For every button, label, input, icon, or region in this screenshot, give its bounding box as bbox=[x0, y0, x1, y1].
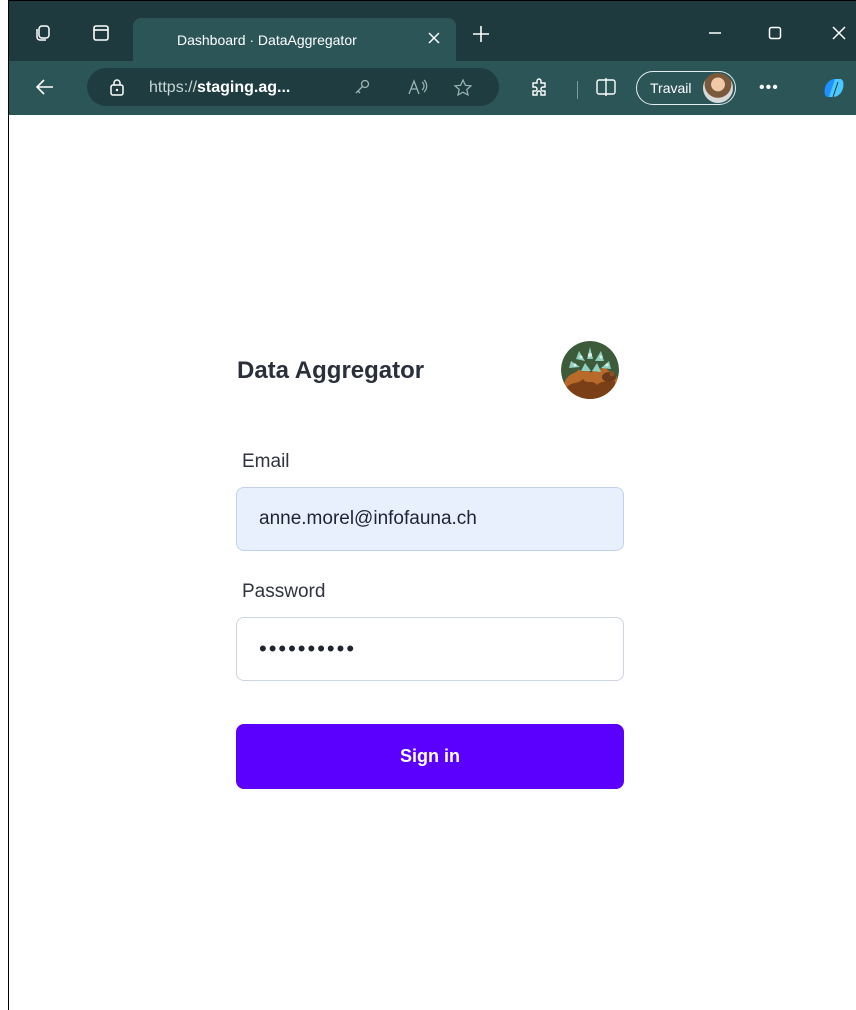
tab-title: Dashboard · DataAggregator bbox=[177, 32, 357, 48]
tab-actions-icon[interactable] bbox=[91, 23, 111, 43]
close-tab-icon[interactable] bbox=[424, 28, 444, 48]
profile-button[interactable]: Travail bbox=[636, 71, 736, 105]
close-window-icon[interactable] bbox=[827, 21, 851, 45]
more-options-icon[interactable]: ••• bbox=[759, 79, 779, 97]
maximize-icon[interactable] bbox=[763, 21, 787, 45]
minimize-icon[interactable] bbox=[703, 21, 727, 45]
avatar bbox=[703, 73, 733, 103]
new-tab-icon[interactable] bbox=[471, 24, 491, 47]
app-logo bbox=[561, 341, 619, 399]
url-host: staging.ag... bbox=[197, 79, 291, 96]
sign-in-button[interactable]: Sign in bbox=[236, 724, 624, 789]
browser-toolbar: https://staging.ag... Travail ••• bbox=[9, 61, 856, 115]
email-field[interactable] bbox=[236, 487, 624, 551]
workspaces-icon[interactable] bbox=[33, 23, 53, 43]
read-aloud-icon[interactable] bbox=[407, 78, 429, 100]
email-label: Email bbox=[242, 451, 290, 472]
extensions-icon[interactable] bbox=[529, 77, 551, 104]
title-bar: Dashboard · DataAggregator bbox=[9, 1, 856, 61]
app-title: Data Aggregator bbox=[237, 357, 425, 384]
split-screen-icon[interactable] bbox=[595, 77, 617, 102]
favorite-star-icon[interactable] bbox=[453, 78, 473, 103]
password-label: Password bbox=[242, 581, 326, 602]
address-bar[interactable]: https://staging.ag... bbox=[87, 68, 499, 106]
address-url: https://staging.ag... bbox=[149, 79, 290, 97]
toolbar-divider bbox=[577, 81, 578, 99]
url-scheme: https:// bbox=[149, 79, 198, 96]
key-icon[interactable] bbox=[353, 78, 371, 101]
copilot-icon[interactable] bbox=[819, 73, 849, 103]
lock-icon[interactable] bbox=[109, 78, 125, 101]
password-field[interactable] bbox=[236, 617, 624, 681]
back-arrow-icon[interactable] bbox=[35, 77, 55, 102]
browser-tab[interactable]: Dashboard · DataAggregator bbox=[133, 18, 456, 61]
browser-window: Dashboard · DataAggregator https://stagi… bbox=[8, 0, 856, 1010]
profile-label: Travail bbox=[650, 80, 692, 96]
